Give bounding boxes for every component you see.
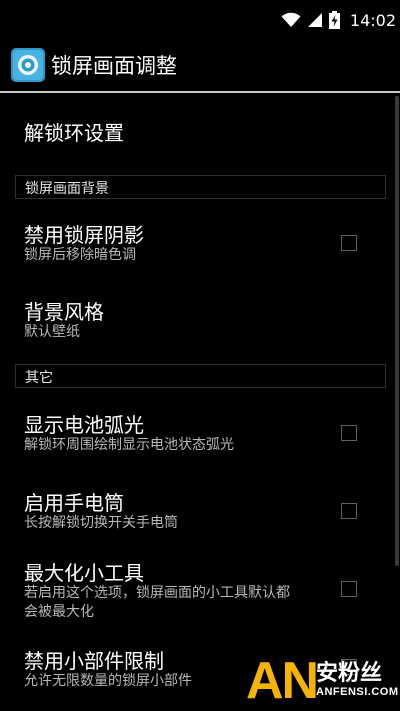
- pref-background-style[interactable]: 背景风格 默认壁纸: [0, 290, 400, 356]
- checkbox[interactable]: [341, 425, 357, 441]
- page-title: 锁屏画面调整: [51, 54, 177, 78]
- status-bar: 14:02: [0, 0, 400, 40]
- battery-charging-icon: [328, 11, 340, 29]
- checkbox[interactable]: [341, 581, 357, 597]
- section-header-background: 锁屏画面背景: [15, 175, 386, 199]
- pref-summary-line-2: 会被最大化: [24, 604, 94, 620]
- section-label: 其它: [25, 370, 53, 386]
- scrollbar[interactable]: [395, 96, 399, 566]
- pref-battery-arc[interactable]: 显示电池弧光 解锁环周围绘制显示电池状态弧光: [0, 400, 400, 470]
- pref-title: 禁用锁屏阴影: [24, 223, 144, 247]
- pref-unlock-ring[interactable]: 解锁环设置: [0, 95, 400, 167]
- pref-summary: 长按解锁切换开关手电筒: [24, 515, 178, 531]
- checkbox[interactable]: [341, 235, 357, 251]
- watermark-an-logo: AN: [246, 652, 319, 710]
- status-icons: 14:02: [281, 8, 396, 32]
- watermark-logo: AN 安粉丝 ANFENSI.COM: [246, 652, 398, 710]
- pref-title: 背景风格: [24, 300, 104, 324]
- action-bar: 锁屏画面调整: [0, 40, 400, 91]
- pref-title: 最大化小工具: [24, 561, 144, 585]
- pref-flashlight[interactable]: 启用手电筒 长按解锁切换开关手电筒: [0, 478, 400, 546]
- section-label: 锁屏画面背景: [25, 181, 109, 197]
- pref-title: 解锁环设置: [24, 121, 124, 145]
- pref-summary: 默认壁纸: [24, 324, 80, 340]
- pref-summary: 允许无限数量的锁屏小部件: [24, 673, 192, 689]
- pref-title: 启用手电筒: [24, 491, 124, 515]
- signal-icon: [307, 13, 322, 27]
- pref-summary-line-1: 若启用这个选项，锁屏画面的小工具默认都: [24, 585, 290, 601]
- pref-title: 显示电池弧光: [24, 413, 144, 437]
- app-settings-icon[interactable]: [10, 47, 46, 83]
- status-clock: 14:02: [349, 10, 396, 30]
- pref-disable-shadow[interactable]: 禁用锁屏阴影 锁屏后移除暗色调: [0, 210, 400, 280]
- checkbox[interactable]: [341, 503, 357, 519]
- pref-summary: 解锁环周围绘制显示电池状态弧光: [24, 437, 234, 453]
- action-bar-divider: [0, 91, 400, 93]
- watermark-url: ANFENSI.COM: [316, 686, 399, 698]
- pref-title: 禁用小部件限制: [24, 649, 164, 673]
- pref-maximize-widgets[interactable]: 最大化小工具 若启用这个选项，锁屏画面的小工具默认都 会被最大化: [0, 548, 400, 634]
- wifi-icon: [281, 12, 301, 27]
- watermark-brand: 安粉丝: [316, 661, 383, 686]
- pref-summary: 锁屏后移除暗色调: [24, 247, 136, 263]
- section-header-other: 其它: [15, 364, 386, 388]
